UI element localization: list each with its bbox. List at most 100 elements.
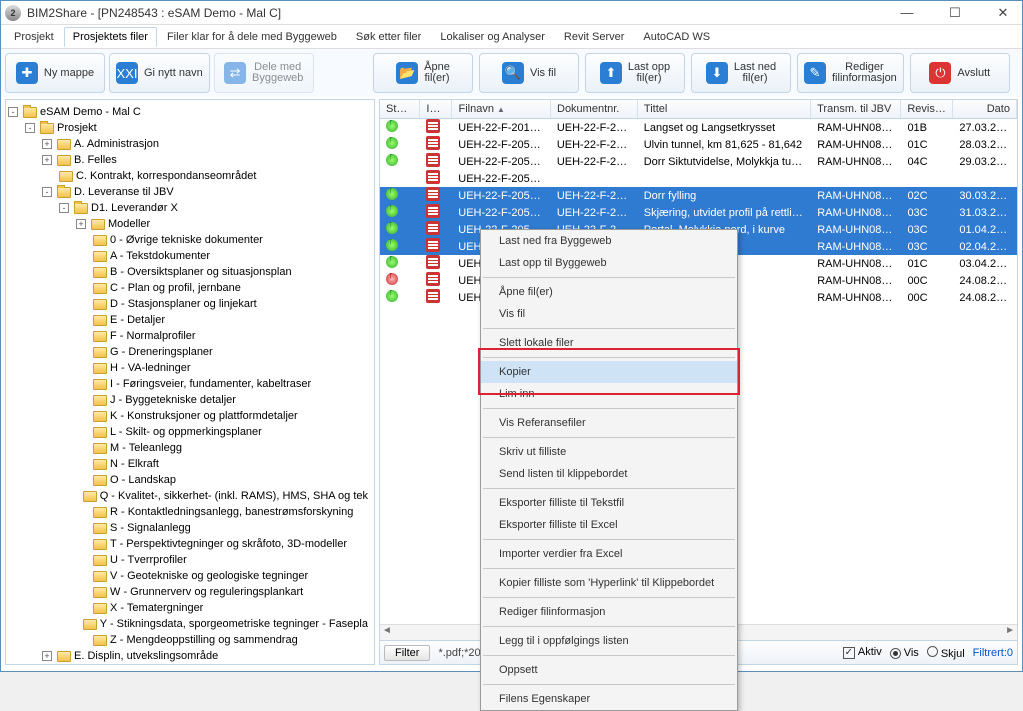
tree-item[interactable]: -Prosjekt [8, 120, 372, 136]
context-menu-item[interactable]: Kopier [481, 361, 737, 383]
tree-item[interactable]: -D. Leveranse til JBV [8, 184, 372, 200]
maximize-button[interactable]: ☐ [940, 5, 970, 21]
tree-item[interactable]: +B. Felles [8, 152, 372, 168]
filter-button[interactable]: Filter [384, 645, 430, 661]
context-separator [483, 437, 735, 438]
tree-item[interactable]: Y - Stikningsdata, sporgeometriske tegni… [8, 616, 372, 632]
menu-tab[interactable]: Filer klar for å dele med Byggeweb [158, 27, 346, 47]
context-menu-item[interactable]: Last ned fra Byggeweb [481, 230, 737, 252]
tree-item[interactable]: K - Konstruksjoner og plattformdetaljer [8, 408, 372, 424]
status-up-icon [386, 188, 398, 200]
tree-item[interactable]: H - VA-ledninger [8, 360, 372, 376]
filter-result[interactable]: Filtrert:0 [973, 647, 1013, 659]
tree-item[interactable]: +A. Administrasjon [8, 136, 372, 152]
folder-icon [93, 571, 107, 582]
toolbar-button[interactable]: ✎Rediger filinformasjon [797, 53, 904, 93]
column-header[interactable]: Transm. til JBV [811, 100, 901, 118]
toolbar-button[interactable]: 📂Åpne fil(er) [373, 53, 473, 93]
tree-item[interactable]: U - Tverrprofiler [8, 552, 372, 568]
context-menu-item[interactable]: Skriv ut filliste [481, 441, 737, 463]
grid-header[interactable]: StatusIconFilnavn▲Dokumentnr.TittelTrans… [380, 100, 1017, 119]
tree-item[interactable]: S - Signalanlegg [8, 520, 372, 536]
context-menu-item[interactable]: Filens Egenskaper [481, 688, 737, 710]
context-separator [483, 684, 735, 685]
tree-item[interactable]: O - Landskap [8, 472, 372, 488]
table-row[interactable]: UEH-22-F-20532.pdf [380, 170, 1017, 187]
tree-item[interactable]: 0 - Øvrige tekniske dokumenter [8, 232, 372, 248]
column-header[interactable]: Tittel [638, 100, 811, 118]
context-menu-item[interactable]: Oppsett [481, 659, 737, 681]
context-menu-item[interactable]: Vis fil [481, 303, 737, 325]
toolbar-button[interactable]: ⬆Last opp fil(er) [585, 53, 685, 93]
column-header[interactable]: Revisjon [901, 100, 953, 118]
tree-item[interactable]: A - Tekstdokumenter [8, 248, 372, 264]
context-menu-item[interactable]: Send listen til klippebordet [481, 463, 737, 485]
tree-item[interactable]: C. Kontrakt, korrespondanseområdet [8, 168, 372, 184]
toolbar-button[interactable]: ⬇Last ned fil(er) [691, 53, 791, 93]
tree-item[interactable]: C - Plan og profil, jernbane [8, 280, 372, 296]
tree-item[interactable]: Mine lokale prosjektfiler [8, 664, 372, 665]
skjul-radio[interactable]: Skjul [927, 646, 965, 660]
context-menu-item[interactable]: Eksporter filliste til Tekstfil [481, 492, 737, 514]
close-button[interactable]: ✕ [988, 5, 1018, 21]
toolbar-button[interactable]: ✚Ny mappe [5, 53, 105, 93]
tree-item[interactable]: +Modeller [8, 216, 372, 232]
tree-item[interactable]: I - Føringsveier, fundamenter, kabeltras… [8, 376, 372, 392]
context-separator [483, 328, 735, 329]
column-header[interactable]: Dokumentnr. [551, 100, 638, 118]
column-header[interactable]: Filnavn▲ [452, 100, 551, 118]
tree-item[interactable]: T - Perspektivtegninger og skråfoto, 3D-… [8, 536, 372, 552]
menu-tab[interactable]: Lokaliser og Analyser [431, 27, 554, 47]
context-menu-item[interactable]: Legg til i oppfølgings listen [481, 630, 737, 652]
tree-item[interactable]: J - Byggetekniske detaljer [8, 392, 372, 408]
context-menu-item[interactable]: Last opp til Byggeweb [481, 252, 737, 274]
context-menu[interactable]: Last ned fra ByggewebLast opp til Byggew… [480, 229, 738, 711]
toolbar-button[interactable]: 🔍Vis fil [479, 53, 579, 93]
tree-item[interactable]: X - Tematergninger [8, 600, 372, 616]
tree-item[interactable]: B - Oversiktsplaner og situasjonsplan [8, 264, 372, 280]
tree-item[interactable]: V - Geotekniske og geologiske tegninger [8, 568, 372, 584]
context-menu-item[interactable]: Kopier filliste som 'Hyperlink' til Klip… [481, 572, 737, 594]
tree-item[interactable]: E - Detaljer [8, 312, 372, 328]
tree-item[interactable]: G - Dreneringsplaner [8, 344, 372, 360]
vis-radio[interactable]: Vis [890, 647, 919, 659]
tree-item[interactable]: -D1. Leverandør X [8, 200, 372, 216]
menu-tab[interactable]: Søk etter filer [347, 27, 430, 47]
minimize-button[interactable]: — [892, 5, 922, 21]
menu-tab[interactable]: Revit Server [555, 27, 634, 47]
tree-panel[interactable]: -eSAM Demo - Mal C-Prosjekt+A. Administr… [5, 99, 375, 665]
column-header[interactable]: Icon [420, 100, 452, 118]
tree-item[interactable]: Q - Kvalitet-, sikkerhet- (inkl. RAMS), … [8, 488, 372, 504]
context-menu-item[interactable]: Slett lokale filer [481, 332, 737, 354]
toolbar-button[interactable]: XXIGi nytt navn [109, 53, 210, 93]
table-row[interactable]: UEH-22-F-20518.pdfUEH-22-F-20518Dorr Sik… [380, 153, 1017, 170]
tree-item[interactable]: +E. Displin, utvekslingsområde [8, 648, 372, 664]
tree-item[interactable]: M - Teleanlegg [8, 440, 372, 456]
table-row[interactable]: UEH-22-F-20515.pdfUEH-22-F-20515Ulvin tu… [380, 136, 1017, 153]
tree-item[interactable]: N - Elkraft [8, 456, 372, 472]
context-menu-item[interactable]: Åpne fil(er) [481, 281, 737, 303]
context-menu-item[interactable]: Eksporter filliste til Excel [481, 514, 737, 536]
aktiv-checkbox[interactable]: ✓Aktiv [843, 646, 882, 659]
tree-item[interactable]: L - Skilt- og oppmerkingsplaner [8, 424, 372, 440]
menu-tab[interactable]: AutoCAD WS [634, 27, 719, 47]
menu-tab[interactable]: Prosjekt [5, 27, 63, 47]
context-menu-item[interactable]: Lim inn [481, 383, 737, 405]
tree-item[interactable]: -eSAM Demo - Mal C [8, 104, 372, 120]
table-row[interactable]: UEH-22-F-20550.pdfUEH-22-F-20550Dorr fyl… [380, 187, 1017, 204]
tree-item[interactable]: D - Stasjonsplaner og linjekart [8, 296, 372, 312]
toolbar-button[interactable]: ⏻Avslutt [910, 53, 1010, 93]
table-row[interactable]: UEH-22-F-20553.pdfUEH-22-F-20553Skjæring… [380, 204, 1017, 221]
column-header[interactable]: Status [380, 100, 420, 118]
folder-icon [93, 251, 107, 262]
menu-tab[interactable]: Prosjektets filer [64, 27, 157, 47]
tree-item[interactable]: F - Normalprofiler [8, 328, 372, 344]
tree-item[interactable]: R - Kontaktledningsanlegg, banestrømsfor… [8, 504, 372, 520]
tree-item[interactable]: W - Grunnerverv og reguleringsplankart [8, 584, 372, 600]
column-header[interactable]: Dato [953, 100, 1017, 118]
context-menu-item[interactable]: Importer verdier fra Excel [481, 543, 737, 565]
tree-item[interactable]: Z - Mengdeoppstilling og sammendrag [8, 632, 372, 648]
context-menu-item[interactable]: Vis Referansefiler [481, 412, 737, 434]
table-row[interactable]: UEH-22-F-20101.pdfUEH-22-F-20101Langset … [380, 119, 1017, 136]
context-menu-item[interactable]: Rediger filinformasjon [481, 601, 737, 623]
